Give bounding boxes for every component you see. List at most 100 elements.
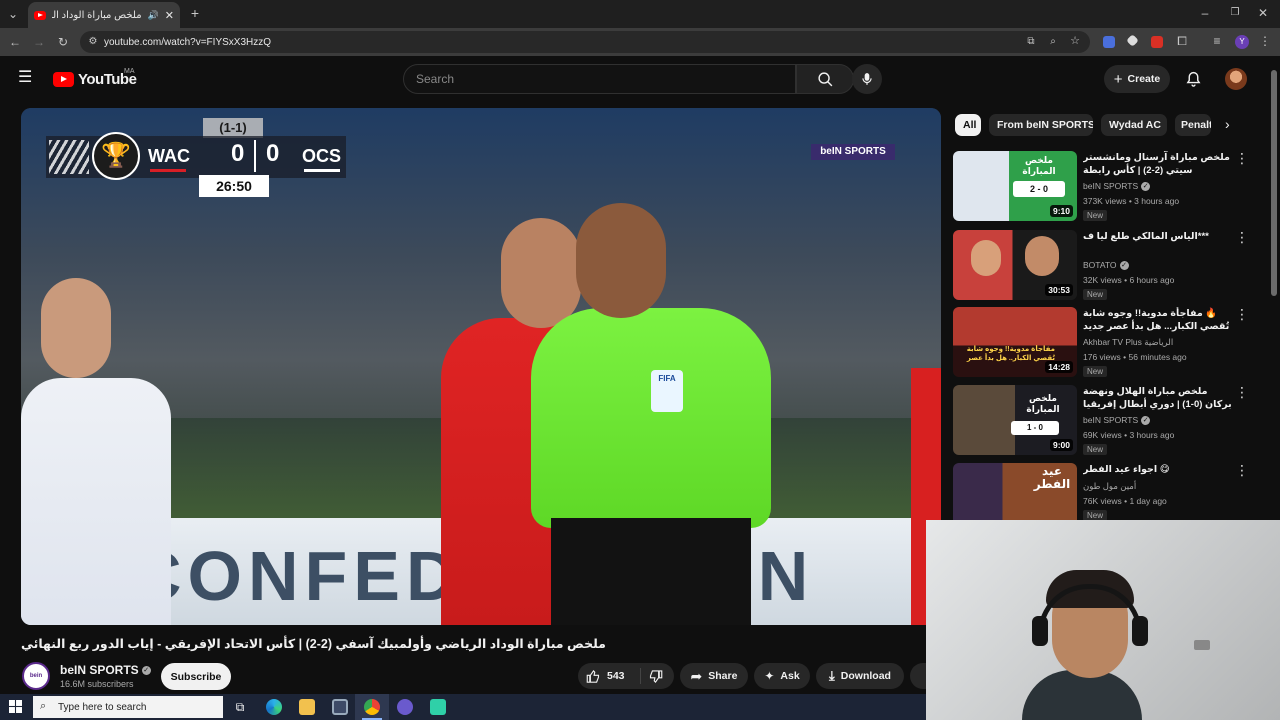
video-player[interactable]: CONFEDERATION FIFA (1-1) 🏆 WAC 0 0 OCS 2…: [21, 108, 941, 625]
recommendation-channel[interactable]: Akhbar TV Plus الرياضية: [1083, 337, 1173, 348]
chrome-browser-icon[interactable]: [364, 699, 380, 715]
recommendation-item[interactable]: 30:53 ***الياس المالكي طلع ليا ف BOTATO ✓…: [953, 230, 1253, 300]
audio-playing-icon[interactable]: 🔊: [148, 10, 159, 21]
recommendation-thumbnail[interactable]: 30:53: [953, 230, 1077, 300]
recommendation-title[interactable]: 🔥 مفاجأة مدوية!! وجوه شابة تُقصي الكبار.…: [1083, 307, 1233, 333]
tab-list-chevron-icon[interactable]: ⌄: [6, 8, 20, 20]
chip-from-bein-sports[interactable]: From beIN SPORTS: [989, 114, 1093, 136]
voice-search-button[interactable]: [852, 64, 882, 94]
account-avatar[interactable]: [1225, 68, 1247, 90]
site-info-icon[interactable]: ⚙: [86, 36, 100, 48]
thumbnail-score: 2 - 0: [1013, 181, 1065, 197]
reload-icon[interactable]: ↻: [56, 36, 70, 48]
recommendation-title[interactable]: 😋 اجواء عيد الفطر: [1083, 463, 1233, 476]
forward-icon[interactable]: →: [32, 36, 46, 48]
chip-penalty[interactable]: Penalty: [1175, 114, 1211, 136]
browser-toolbar: ← → ↻ ⚙ youtube.com/watch?v=FIYSxX3HzzQ …: [0, 28, 1280, 56]
app-icon[interactable]: [430, 699, 446, 715]
notifications-bell-icon[interactable]: [1185, 70, 1202, 88]
channel-avatar[interactable]: bein: [22, 662, 50, 690]
download-label: Download: [840, 670, 891, 682]
recommendation-channel[interactable]: beIN SPORTS ✓: [1083, 415, 1151, 426]
new-tab-button[interactable]: +: [188, 6, 202, 20]
install-app-icon[interactable]: ⧉: [1024, 36, 1038, 48]
video-duration: 14:28: [1045, 361, 1073, 373]
more-options-icon[interactable]: ⋮: [1235, 151, 1249, 165]
subscribe-button[interactable]: Subscribe: [161, 663, 231, 690]
recommendation-item[interactable]: مفاجأة مدوية!! وجوه شابة تُقصي الكبار.. …: [953, 307, 1253, 377]
recommendation-thumbnail[interactable]: عيد الفطر: [953, 463, 1077, 520]
more-options-icon[interactable]: ⋮: [1235, 307, 1249, 321]
file-explorer-icon[interactable]: [299, 699, 315, 715]
bookmark-star-icon[interactable]: ☆: [1068, 35, 1082, 47]
referee-shorts: [551, 518, 751, 625]
back-icon[interactable]: ←: [8, 36, 22, 48]
browser-tab-bar: ⌄ ملخص مباراة الوداد الرياضي 🔊 ✕ + – ❐ ✕: [0, 0, 1280, 28]
hamburger-menu-icon[interactable]: ☰: [18, 70, 32, 86]
microsoft-store-icon[interactable]: [332, 699, 348, 715]
chips-next-chevron-icon[interactable]: ›: [1225, 116, 1230, 132]
referee-head: [576, 203, 666, 318]
diamond-extension-icon[interactable]: [1126, 34, 1139, 47]
recommendation-title[interactable]: ***الياس المالكي طلع ليا ف: [1083, 230, 1233, 243]
new-badge: New: [1083, 289, 1108, 300]
match-clock: 26:50: [199, 175, 269, 197]
minimize-icon[interactable]: –: [1198, 7, 1212, 19]
recommendation-meta: 373K views • 3 hours ago: [1083, 196, 1180, 206]
tab-close-icon[interactable]: ✕: [165, 9, 174, 22]
ask-button[interactable]: ✦ Ask: [754, 663, 810, 689]
address-bar[interactable]: ⚙ youtube.com/watch?v=FIYSxX3HzzQ ⧉ ⌕ ☆: [80, 31, 1090, 53]
more-options-icon[interactable]: ⋮: [1235, 463, 1249, 477]
windows-start-icon[interactable]: [9, 700, 22, 713]
reading-list-icon[interactable]: ≡: [1210, 35, 1224, 47]
edge-browser-icon[interactable]: [266, 699, 282, 715]
recommendation-thumbnail[interactable]: مفاجأة مدوية!! وجوه شابة تُقصي الكبار.. …: [953, 307, 1077, 377]
recommendation-thumbnail[interactable]: ملخص المباراة 2 - 0 9:10: [953, 151, 1077, 221]
create-button[interactable]: + Create: [1104, 65, 1170, 93]
taskbar-search-input[interactable]: ⌕ Type here to search: [33, 696, 223, 718]
restore-icon[interactable]: ❐: [1228, 7, 1242, 19]
home-color-bar: [150, 169, 186, 172]
more-actions-button[interactable]: [910, 663, 926, 689]
chrome-menu-icon[interactable]: ⋮: [1258, 35, 1272, 47]
share-button[interactable]: ➦ Share: [680, 663, 748, 689]
download-button[interactable]: ⤓ Download: [816, 663, 904, 689]
browser-tab-active[interactable]: ملخص مباراة الوداد الرياضي 🔊 ✕: [28, 2, 180, 28]
away-color-bar: [304, 169, 340, 172]
like-button[interactable]: 543: [586, 669, 625, 684]
chip-all[interactable]: All: [955, 114, 981, 136]
share-label: Share: [708, 670, 738, 682]
youtube-logo-icon: [53, 72, 74, 87]
video-duration: 9:00: [1049, 439, 1073, 451]
channel-name[interactable]: beIN SPORTS ✓: [60, 663, 151, 677]
obs-recorder-icon[interactable]: [397, 699, 413, 715]
search-input[interactable]: Search: [403, 64, 796, 94]
thumbs-down-icon[interactable]: [648, 669, 663, 684]
recommendation-channel[interactable]: BOTATO ✓: [1083, 260, 1129, 271]
headphone-cup-left: [1032, 616, 1048, 646]
recommendation-item[interactable]: ملخص المباراة 1 - 0 9:00 ملخص مباراة اله…: [953, 385, 1253, 455]
search-button[interactable]: [796, 64, 854, 94]
recommendation-channel[interactable]: beIN SPORTS ✓: [1083, 181, 1151, 192]
video-title: ملخص مباراة الوداد الرياضي وأولمبيك آسفي…: [21, 637, 606, 651]
recommendation-item[interactable]: ملخص المباراة 2 - 0 9:10 ملخص مباراة آرس…: [953, 151, 1253, 221]
window-close-icon[interactable]: ✕: [1256, 7, 1270, 19]
recommendation-title[interactable]: ملخص مباراة آرسنال ومانشستر سيتي (2-2) |…: [1083, 151, 1233, 177]
red-extension-icon[interactable]: [1151, 36, 1163, 48]
page-scrollbar-thumb[interactable]: [1271, 70, 1277, 296]
extensions-puzzle-icon[interactable]: ⧠: [1175, 35, 1189, 47]
profile-avatar[interactable]: Y: [1235, 35, 1249, 49]
translate-extension-icon[interactable]: [1103, 36, 1115, 48]
task-view-icon[interactable]: ⧉: [232, 699, 248, 715]
recommendation-title[interactable]: ملخص مباراة الهلال ونهضة بركان (0-1) | د…: [1083, 385, 1233, 411]
recommendation-thumbnail[interactable]: ملخص المباراة 1 - 0 9:00: [953, 385, 1077, 455]
recommendation-item[interactable]: عيد الفطر 😋 اجواء عيد الفطر أمين مول طون…: [953, 463, 1253, 520]
fifa-badge: FIFA: [651, 370, 683, 412]
recommendation-channel[interactable]: أمين مول طون: [1083, 481, 1136, 492]
subscriber-count: 16.6M subscribers: [60, 679, 134, 689]
like-divider: [640, 668, 641, 684]
more-options-icon[interactable]: ⋮: [1235, 385, 1249, 399]
zoom-icon[interactable]: ⌕: [1046, 36, 1060, 48]
chip-wydad-ac[interactable]: Wydad AC: [1101, 114, 1167, 136]
more-options-icon[interactable]: ⋮: [1235, 230, 1249, 244]
